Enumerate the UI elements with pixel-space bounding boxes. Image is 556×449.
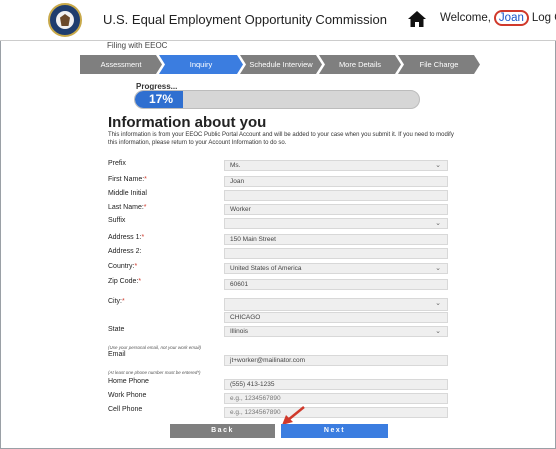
address1-field[interactable]: 150 Main Street [224,234,448,245]
step-schedule-interview[interactable]: Schedule Interview [240,55,322,74]
top-header: U.S. Equal Employment Opportunity Commis… [0,0,556,40]
home-phone-label: Home Phone [108,378,149,385]
state-select[interactable]: Illinois ⌄ [224,326,448,337]
prefix-select[interactable]: Ms. ⌄ [224,160,448,171]
country-select[interactable]: United States of America ⌄ [224,263,448,274]
progress-fill: 17% [135,91,184,108]
address2-field[interactable] [224,248,448,259]
subheader: Filing with EEOC [0,40,556,55]
country-label: Country:* [108,263,138,270]
phone-hint: (At least one phone number must be enter… [108,370,201,375]
city-select[interactable]: ⌄ [224,298,448,311]
state-label: State [108,326,125,333]
red-arrow-icon [282,406,305,425]
first-name-label: First Name:* [108,176,147,183]
chevron-down-icon: ⌄ [435,162,441,169]
city-typed-field[interactable]: CHICAGO [224,312,448,323]
back-button[interactable]: Back [170,424,275,438]
middle-initial-label: Middle Initial [108,190,147,197]
work-phone-label: Work Phone [108,392,147,399]
filing-title: Filing with EEOC [107,41,168,50]
cell-phone-field[interactable]: e.g., 1234567890 [224,407,448,418]
logout-link[interactable]: Log Out [532,12,556,24]
email-label: Email [108,351,126,358]
chevron-down-icon: ⌄ [435,220,441,227]
welcome-area: Welcome,JoanLog Out [440,10,556,26]
section-intro: This information is from your EEOC Publi… [108,132,454,146]
prefix-label: Prefix [108,160,126,167]
step-file-charge[interactable]: File Charge [398,55,480,74]
email-hint: (Use your personal email, not your work … [108,345,202,350]
last-name-field[interactable]: Worker [224,204,448,215]
cell-phone-label: Cell Phone [108,406,143,413]
home-phone-field[interactable]: (555) 413-1235 [224,379,448,390]
zip-field[interactable]: 60601 [224,279,448,290]
middle-initial-field[interactable] [224,190,448,201]
chevron-down-icon: ⌄ [435,265,441,272]
step-assessment[interactable]: Assessment [80,55,162,74]
suffix-select[interactable]: ⌄ [224,218,448,229]
email-field[interactable]: jt+worker@mailinator.com [224,355,448,366]
last-name-label: Last Name:* [108,204,147,211]
step-progress-bar: Assessment Inquiry Schedule Interview Mo… [80,55,480,74]
address2-label: Address 2: [108,248,142,255]
home-icon[interactable] [407,9,427,29]
chevron-down-icon: ⌄ [435,300,441,307]
progress-bar: 17% [134,90,420,109]
suffix-label: Suffix [108,217,126,224]
address1-label: Address 1:* [108,234,145,241]
section-title: Information about you [108,114,267,131]
chevron-down-icon: ⌄ [435,328,441,335]
step-more-details[interactable]: More Details [319,55,401,74]
agency-name: U.S. Equal Employment Opportunity Commis… [103,12,387,27]
first-name-field[interactable]: Joan [224,176,448,187]
city-label: City:* [108,298,125,305]
next-button[interactable]: Next [281,424,388,438]
zip-label: Zip Code:* [108,278,142,285]
eeoc-seal-icon [48,3,82,37]
user-name-link[interactable]: Joan [493,10,529,26]
step-inquiry[interactable]: Inquiry [159,55,243,74]
work-phone-field[interactable]: e.g., 1234567890 [224,393,448,404]
welcome-text: Welcome, [440,12,491,24]
